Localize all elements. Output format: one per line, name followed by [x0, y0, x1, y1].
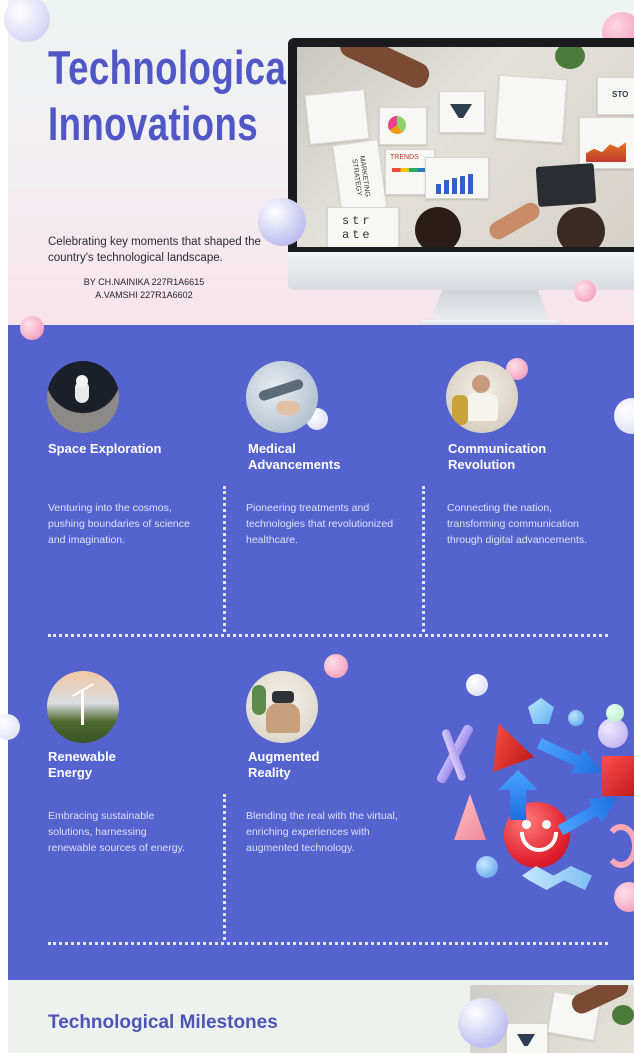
card-desc-augmented-reality: Blending the real with the virtual, enri…: [246, 810, 398, 854]
astronaut-helmet-icon: [76, 375, 88, 387]
card-title-medical-advancements: Medical Advancements: [248, 441, 341, 472]
vr-headset-icon: [272, 691, 294, 703]
card-title-communication-revolution: Communication Revolution: [448, 441, 547, 472]
plant-image: [612, 1005, 634, 1025]
screen-text-ate: ate: [342, 228, 373, 242]
person-head-image: [415, 207, 461, 247]
bubble-decoration: [574, 280, 596, 302]
bar-mark: [468, 174, 473, 194]
author-byline: BY CH.NAINIKA 227R1A6615 A.VAMSHI 227R1A…: [64, 276, 224, 302]
plant-icon: [252, 685, 266, 715]
red-cube-icon: [602, 756, 634, 796]
chair-icon: [452, 395, 468, 425]
card-title-augmented-reality: Augmented Reality: [248, 749, 320, 780]
bar-mark: [444, 180, 449, 194]
blue-ribbon-icon: [522, 866, 592, 890]
divider-horizontal: [48, 634, 608, 637]
smiley-eye-icon: [522, 820, 531, 829]
bar-mark: [452, 178, 457, 194]
bubble-decoration: [258, 198, 306, 246]
divider-horizontal: [48, 942, 608, 945]
funnel-paper: [506, 1023, 548, 1053]
card-desc-communication-revolution: Connecting the nation, transforming comm…: [447, 502, 588, 546]
funnel-icon: [450, 104, 472, 118]
arm-image: [335, 47, 434, 92]
infographic-page: Technological Innovations Celebrating ke…: [0, 0, 634, 1053]
blue-ball-icon: [568, 710, 584, 726]
sweater-icon: [466, 393, 498, 421]
chart-paper: [304, 89, 370, 145]
communication-revolution-image: [446, 361, 518, 433]
bubble-decoration: [458, 998, 508, 1048]
bar-mark: [436, 184, 441, 194]
monitor-stand: [430, 290, 550, 322]
person-icon: [472, 375, 490, 393]
section-title-milestones: Technological Milestones: [48, 1012, 278, 1033]
page-title: Technological Innovations: [48, 40, 296, 152]
arm-image: [486, 199, 543, 243]
divider-vertical: [422, 486, 425, 632]
smiley-eye-icon: [542, 820, 551, 829]
lavender-ball-icon: [598, 718, 628, 748]
plant-image: [555, 47, 585, 69]
augmented-reality-image: [246, 671, 318, 743]
3d-shapes-illustration: [435, 660, 634, 900]
strategy-handwritten-paper: str ate: [327, 207, 399, 247]
card-desc-medical-advancements: Pioneering treatments and technologies t…: [246, 502, 394, 546]
card-desc-renewable-energy: Embracing sustainable solutions, harness…: [48, 810, 185, 854]
bar-chart-paper: [425, 157, 489, 199]
bubble-decoration: [20, 316, 44, 340]
blue-arrow-icon: [533, 731, 608, 786]
sto-paper: STO: [597, 77, 634, 115]
area-chart-paper: [579, 117, 634, 169]
white-ball-icon: [466, 674, 488, 696]
area-chart-icon: [586, 142, 626, 162]
pink-cone-icon: [454, 794, 486, 840]
graph-paper: [494, 74, 568, 144]
marketing-strategy-paper: MARKETING STRATEGY: [332, 139, 388, 217]
bar-mark: [460, 176, 465, 194]
funnel-icon: [517, 1034, 535, 1046]
blue-ball-icon: [476, 856, 498, 878]
pink-torus-icon: [604, 824, 634, 868]
card-title-space-exploration: Space Exploration: [48, 441, 162, 456]
space-exploration-image: [47, 361, 119, 433]
bubble-decoration: [324, 654, 348, 678]
person-head-image: [557, 207, 605, 247]
monitor-screen-image: MARKETING STRATEGY TRENDS STO str ate: [297, 47, 634, 247]
person-icon: [266, 703, 300, 733]
pie-paper: [379, 107, 427, 145]
screen-text-trends: TRENDS: [390, 154, 419, 161]
card-title-renewable-energy: Renewable Energy: [48, 749, 116, 780]
red-cone-icon: [478, 716, 534, 772]
pie-chart-icon: [388, 116, 406, 134]
blue-gem-icon: [528, 698, 554, 724]
card-desc-space-exploration: Venturing into the cosmos, pushing bound…: [48, 502, 190, 546]
screen-text-marketing: MARKETING STRATEGY: [350, 155, 371, 198]
medical-advancements-image: [246, 361, 318, 433]
byline-line-2: A.VAMSHI 227R1A6602: [95, 290, 193, 300]
smiley-mouth-icon: [520, 832, 558, 852]
hand-icon: [276, 401, 300, 415]
divider-vertical: [223, 794, 226, 940]
robotic-arm-icon: [257, 378, 305, 402]
wind-turbine-icon: [81, 691, 84, 725]
byline-line-1: BY CH.NAINIKA 227R1A6615: [83, 277, 205, 287]
screen-text-str: str: [342, 214, 373, 228]
renewable-energy-image: [47, 671, 119, 743]
trend-bars: [392, 168, 426, 172]
funnel-paper: [439, 91, 485, 133]
green-ball-icon: [606, 704, 624, 722]
title-line-2: Innovations: [48, 97, 259, 150]
divider-vertical: [223, 486, 226, 632]
laptop-image: [535, 163, 597, 207]
title-line-1: Technological: [48, 41, 297, 94]
page-subtitle: Celebrating key moments that shaped the …: [48, 236, 261, 264]
screen-text-sto: STO: [612, 90, 629, 99]
